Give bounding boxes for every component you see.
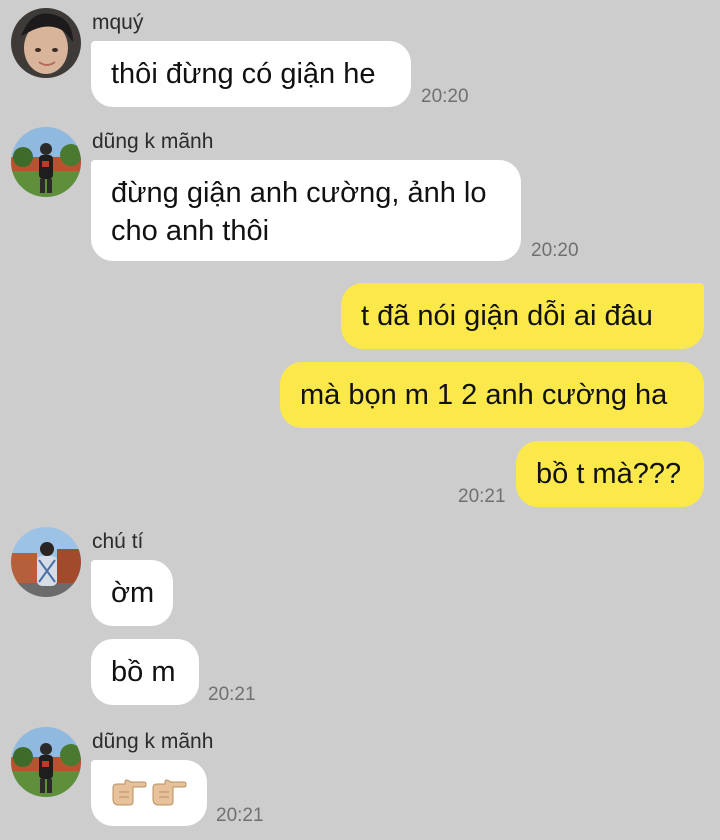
message-bubble[interactable]: ờm (91, 560, 173, 626)
message-text: thôi đừng có giận he (111, 58, 376, 90)
pointing-right-hand-icon (152, 779, 187, 806)
message-bubble-outgoing[interactable]: mà bọn m 1 2 anh cường ha (280, 362, 704, 428)
message-bubble[interactable] (91, 760, 207, 826)
message-text: t đã nói giận dỗi ai đâu (361, 300, 653, 332)
message-text: bồ m (111, 656, 176, 688)
avatar-mquy[interactable] (11, 8, 81, 78)
message-bubble-outgoing[interactable]: bồ t mà??? (516, 441, 704, 507)
message-text: bồ t mà??? (536, 458, 682, 490)
avatar-dung[interactable] (11, 727, 81, 797)
message-time: 20:21 (216, 805, 264, 826)
message-time: 20:21 (458, 486, 506, 507)
message-time: 20:20 (531, 240, 579, 261)
avatar-dung-photo (11, 727, 81, 797)
message-time: 20:21 (208, 684, 256, 705)
message-text-line: cho anh thôi (111, 215, 270, 247)
message-time: 20:20 (421, 86, 469, 107)
sender-name: dũng k mãnh (92, 730, 214, 753)
message-bubble[interactable]: bồ m (91, 639, 199, 705)
avatar-chu-ti-photo (11, 527, 81, 597)
message-text: ờm (111, 577, 155, 609)
message-bubble[interactable]: đừng giận anh cường, ảnh lo cho anh thôi (91, 160, 521, 261)
sender-name: chú tí (92, 530, 144, 553)
message-bubble-outgoing[interactable]: t đã nói giận dỗi ai đâu (341, 283, 704, 349)
pointing-right-hand-icon (112, 779, 147, 806)
sender-name: dũng k mãnh (92, 130, 214, 153)
avatar-dung[interactable] (11, 127, 81, 197)
avatar-chu-ti[interactable] (11, 527, 81, 597)
sender-name: mquý (92, 11, 144, 34)
avatar-mquy-photo (11, 8, 81, 78)
message-text-line: đừng giận anh cường, ảnh lo (111, 177, 487, 209)
message-text: mà bọn m 1 2 anh cường ha (300, 379, 668, 411)
avatar-dung-photo (11, 127, 81, 197)
message-bubble[interactable]: thôi đừng có giận he (91, 41, 411, 107)
